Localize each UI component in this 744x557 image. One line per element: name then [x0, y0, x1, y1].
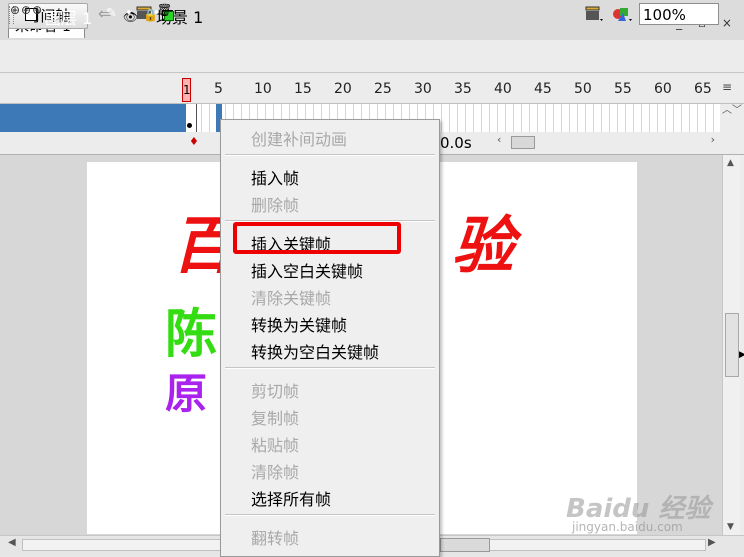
stage-vscroll[interactable]	[722, 155, 741, 535]
timeline-hscroll-thumb[interactable]	[511, 136, 535, 149]
expand-panel-icon[interactable]: ▶	[739, 350, 744, 360]
ruler-number: 15	[294, 81, 312, 97]
scroll-right-icon[interactable]: ›	[711, 133, 715, 146]
edit-symbols-icon[interactable]	[612, 5, 634, 23]
timeline-hscroll[interactable]: ‹ ›	[497, 133, 715, 150]
menu-item-clear-keyframe: 清除关键帧	[251, 289, 332, 308]
menu-item-copy-frames: 复制帧	[251, 409, 300, 428]
menu-item-select-all-frames[interactable]: 选择所有帧	[251, 486, 331, 510]
layer-row[interactable]	[0, 104, 186, 132]
scroll-up-icon[interactable]: ▲	[727, 158, 734, 168]
ruler-number: 45	[534, 81, 552, 97]
ruler-number: 60	[654, 81, 672, 97]
menu-item-convert-to-blank-keyframe[interactable]: 转换为空白关键帧	[251, 339, 379, 363]
menu-item-clear-frames: 清除帧	[251, 463, 300, 482]
timeline-menu-icon[interactable]: ≡	[722, 80, 732, 94]
ruler-number: 65	[694, 81, 712, 97]
edit-scene-icon[interactable]	[584, 5, 604, 23]
elapsed-time: 0.0s	[440, 134, 472, 152]
stage-text-green[interactable]: 陈	[165, 292, 217, 367]
frame-ruler[interactable]: 5 10 15 20 25 30 35 40 45 50 55 60 65	[180, 73, 720, 103]
menu-item-insert-blank-keyframe[interactable]: 插入空白关键帧	[251, 258, 363, 282]
layer-name[interactable]: 图层 1	[45, 5, 92, 29]
scene-toolbar	[0, 40, 744, 73]
stage-text-red-right[interactable]: 验	[452, 195, 514, 285]
stage-vscroll-thumb[interactable]	[725, 313, 739, 377]
menu-item-reverse-frames: 翻转帧	[251, 529, 300, 548]
ruler-number: 40	[494, 81, 512, 97]
menu-item-cut-frames: 剪切帧	[251, 382, 300, 401]
add-layer-tools-icon[interactable]: ⊕⊕⊕	[10, 3, 43, 17]
ruler-number: 10	[254, 81, 272, 97]
ruler-number: 50	[574, 81, 592, 97]
scroll-right-icon[interactable]: ▶	[708, 537, 716, 548]
menu-item-remove-frames: 删除帧	[251, 196, 300, 215]
pencil-icon: ✎	[106, 6, 117, 21]
ruler-number: 30	[414, 81, 432, 97]
timeline-scroll-arrows[interactable]: ︿﹀	[720, 104, 744, 132]
trash-icon[interactable]: 🗑	[157, 3, 172, 17]
scroll-left-icon[interactable]: ‹	[497, 133, 501, 146]
ruler-number: 25	[374, 81, 392, 97]
menu-item-convert-to-keyframe[interactable]: 转换为关键帧	[251, 312, 347, 336]
playhead[interactable]: 1	[182, 78, 191, 102]
center-frame-icon[interactable]: ♦	[189, 135, 199, 148]
menu-item-insert-frame[interactable]: 插入帧	[251, 165, 299, 189]
menu-item-paste-frames: 粘贴帧	[251, 436, 300, 455]
scroll-down-icon[interactable]: ▼	[727, 522, 734, 532]
scroll-left-icon[interactable]: ◀	[8, 537, 16, 548]
menu-separator	[225, 514, 435, 516]
keyframe-dot	[187, 123, 192, 128]
ruler-number: 5	[214, 81, 223, 97]
menu-item-create-motion-tween: 创建补间动画	[251, 130, 348, 149]
ruler-number: 20	[334, 81, 352, 97]
menu-separator	[225, 367, 435, 369]
highlight-annotation-box	[233, 222, 401, 254]
menu-separator	[225, 154, 435, 156]
frame-context-menu: 创建补间动画 插入帧 删除帧 插入关键帧 插入空白关键帧 清除关键帧 转换为关键…	[220, 119, 440, 557]
zoom-select[interactable]: 100%	[639, 3, 719, 25]
ruler-number: 55	[614, 81, 632, 97]
stage-hscroll-thumb[interactable]	[440, 538, 490, 552]
ruler-number: 35	[454, 81, 472, 97]
watermark-url: jingyan.baidu.com	[572, 520, 683, 534]
